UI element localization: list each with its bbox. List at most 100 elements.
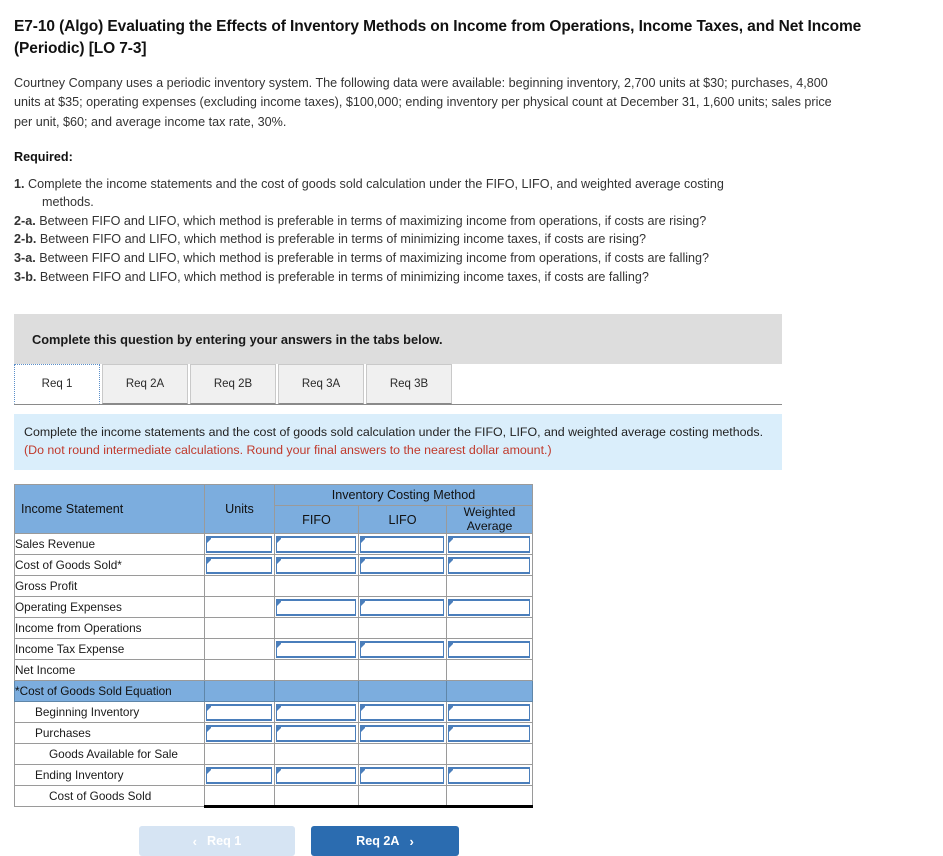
computed-cell-units (204, 785, 275, 809)
input-box[interactable] (448, 535, 530, 553)
requirement-text: Complete the income statements and the c… (28, 176, 724, 191)
header-lifo: LIFO (358, 504, 447, 535)
answer-input-wavg[interactable] (446, 722, 533, 745)
answer-input-wavg[interactable] (446, 533, 533, 556)
table-row: Net Income (14, 659, 533, 682)
worksheet-header: Income Statement Units Inventory Costing… (14, 483, 533, 535)
input-box[interactable] (448, 703, 530, 721)
answer-input-fifo[interactable] (274, 764, 359, 787)
input-box[interactable] (448, 766, 530, 784)
tab-req-2a[interactable]: Req 2A (102, 364, 188, 405)
table-row: Operating Expenses (14, 596, 533, 619)
input-box[interactable] (276, 640, 356, 658)
input-box[interactable] (448, 598, 530, 616)
answer-input-fifo[interactable] (274, 596, 359, 619)
input-box[interactable] (360, 535, 444, 553)
answer-input-lifo[interactable] (358, 533, 447, 556)
answer-input-lifo[interactable] (358, 638, 447, 661)
requirement-lead: 3-b. (14, 270, 37, 285)
computed-cell-wavg (446, 659, 533, 682)
answer-input-wavg[interactable] (446, 596, 533, 619)
computed-cell-units (204, 617, 275, 640)
input-box[interactable] (206, 724, 272, 742)
input-box[interactable] (448, 556, 530, 574)
prev-req-button[interactable]: ‹ Req 1 (139, 826, 295, 856)
input-box[interactable] (206, 535, 272, 553)
equation-header-cell-lifo (358, 680, 447, 703)
computed-cell-units (204, 575, 275, 598)
header-weighted-average: Weighted Average (446, 504, 533, 535)
input-box[interactable] (360, 598, 444, 616)
tab-req-3a[interactable]: Req 3A (278, 364, 364, 405)
row-label: Net Income (14, 659, 205, 682)
chevron-right-icon: › (409, 833, 414, 849)
header-units: Units (204, 483, 275, 535)
answer-input-lifo[interactable] (358, 764, 447, 787)
computed-cell-lifo (358, 659, 447, 682)
tab-bar: Req 1 Req 2A Req 2B Req 3A Req 3B (14, 364, 782, 406)
answer-input-fifo[interactable] (274, 722, 359, 745)
input-box[interactable] (360, 640, 444, 658)
input-box[interactable] (360, 724, 444, 742)
row-label: Goods Available for Sale (14, 743, 205, 766)
input-box[interactable] (276, 724, 356, 742)
answer-input-lifo[interactable] (358, 701, 447, 724)
input-box[interactable] (360, 703, 444, 721)
computed-cell-lifo (358, 743, 447, 766)
computed-cell-units (204, 596, 275, 619)
input-box[interactable] (276, 703, 356, 721)
required-heading: Required: (14, 149, 73, 164)
input-box[interactable] (448, 640, 530, 658)
instruction-banner-text: Complete this question by entering your … (32, 331, 443, 347)
input-box[interactable] (448, 724, 530, 742)
answer-input-fifo[interactable] (274, 554, 359, 577)
input-box[interactable] (206, 766, 272, 784)
row-label: Operating Expenses (14, 596, 205, 619)
answer-input-lifo[interactable] (358, 554, 447, 577)
row-label: Income Tax Expense (14, 638, 205, 661)
answer-input-units[interactable] (204, 701, 275, 724)
row-label: Cost of Goods Sold* (14, 554, 205, 577)
task-instruction-text: Complete the income statements and the c… (24, 425, 764, 440)
computed-cell-wavg (446, 743, 533, 766)
table-row: Income from Operations (14, 617, 533, 640)
computed-cell-fifo (274, 785, 359, 809)
input-box[interactable] (276, 556, 356, 574)
input-box[interactable] (360, 556, 444, 574)
requirement-lead: 3-a. (14, 251, 36, 266)
input-box[interactable] (206, 556, 272, 574)
answer-input-lifo[interactable] (358, 596, 447, 619)
next-req-button[interactable]: Req 2A › (311, 826, 459, 856)
answer-input-fifo[interactable] (274, 701, 359, 724)
answer-input-wavg[interactable] (446, 554, 533, 577)
row-label: Gross Profit (14, 575, 205, 598)
tab-req-1[interactable]: Req 1 (14, 364, 100, 405)
income-statement-worksheet: Income Statement Units Inventory Costing… (14, 483, 533, 809)
table-row: Gross Profit (14, 575, 533, 598)
computed-cell-units (204, 638, 275, 661)
answer-input-units[interactable] (204, 722, 275, 745)
rounding-warning: (Do not round intermediate calculations.… (24, 443, 552, 458)
input-box[interactable] (276, 535, 356, 553)
answer-input-fifo[interactable] (274, 638, 359, 661)
answer-input-units[interactable] (204, 554, 275, 577)
tab-label: Req 3B (389, 378, 429, 391)
input-box[interactable] (360, 766, 444, 784)
input-box[interactable] (276, 598, 356, 616)
equation-header-cell-fifo (274, 680, 359, 703)
tab-req-3b[interactable]: Req 3B (366, 364, 452, 405)
header-weighted-line1: Weighted (463, 504, 516, 519)
answer-input-wavg[interactable] (446, 638, 533, 661)
navigation-buttons: ‹ Req 1 Req 2A › (14, 826, 574, 856)
input-box[interactable] (206, 703, 272, 721)
answer-input-wavg[interactable] (446, 701, 533, 724)
answer-input-lifo[interactable] (358, 722, 447, 745)
answer-input-units[interactable] (204, 764, 275, 787)
row-label: Cost of Goods Sold (14, 785, 205, 808)
input-box[interactable] (276, 766, 356, 784)
answer-input-wavg[interactable] (446, 764, 533, 787)
answer-input-units[interactable] (204, 533, 275, 556)
tab-label: Req 3A (301, 378, 341, 391)
answer-input-fifo[interactable] (274, 533, 359, 556)
tab-req-2b[interactable]: Req 2B (190, 364, 276, 405)
